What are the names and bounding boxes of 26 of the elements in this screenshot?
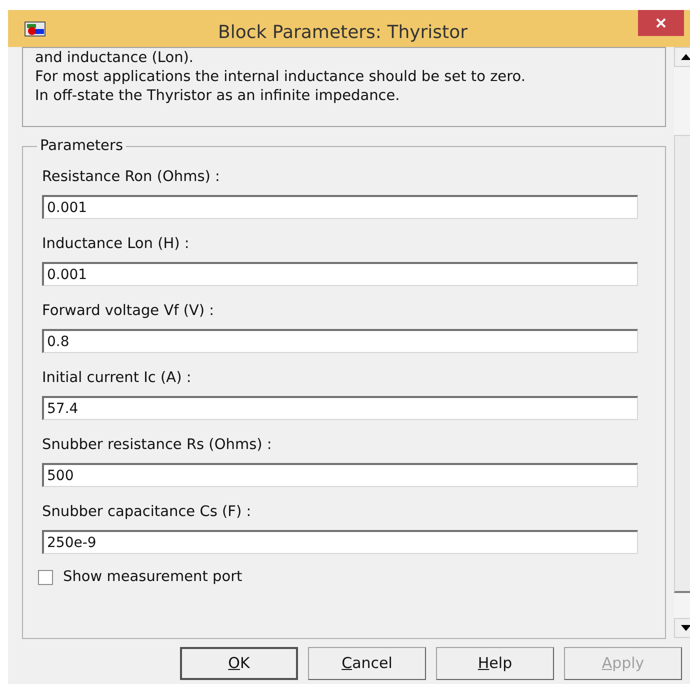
app-icon — [24, 20, 46, 36]
input-field[interactable]: 0.001 — [42, 195, 638, 219]
dialog-button[interactable]: OK — [180, 646, 298, 680]
field-label: Inductance Lon (H) : — [42, 235, 190, 254]
input-field[interactable]: 500 — [42, 463, 638, 487]
dialog-button[interactable]: Help — [436, 646, 554, 680]
field-label: Snubber resistance Rs (Ohms) : — [42, 436, 273, 455]
close-button[interactable] — [638, 10, 684, 36]
dialog-button[interactable]: Cancel — [308, 646, 426, 680]
input-field[interactable]: 57.4 — [42, 396, 638, 420]
field-label: Snubber capacitance Cs (F) : — [42, 503, 252, 522]
window-title: Block Parameters: Thyristor — [218, 21, 468, 45]
field-label: Forward voltage Vf (V) : — [42, 302, 216, 321]
checkbox[interactable] — [38, 570, 53, 586]
input-field[interactable]: 0.8 — [42, 329, 638, 353]
field-label: Resistance Ron (Ohms) : — [42, 168, 221, 187]
description-text: and inductance (Lon). — [35, 49, 195, 68]
input-field[interactable]: 0.001 — [42, 262, 638, 286]
field-label: Initial current Ic (A) : — [42, 369, 192, 388]
description-text: In off-state the Thyristor as an infinite impedance. — [35, 87, 401, 106]
description-text: For most applications the internal inductance should be set to zero. — [35, 68, 526, 87]
checkbox-label: Show measurement port — [63, 568, 242, 587]
scroll-down-icon — [681, 625, 690, 631]
close-icon — [656, 18, 666, 28]
scroll-up-icon — [681, 54, 690, 60]
input-field[interactable]: 250e-9 — [42, 530, 638, 554]
